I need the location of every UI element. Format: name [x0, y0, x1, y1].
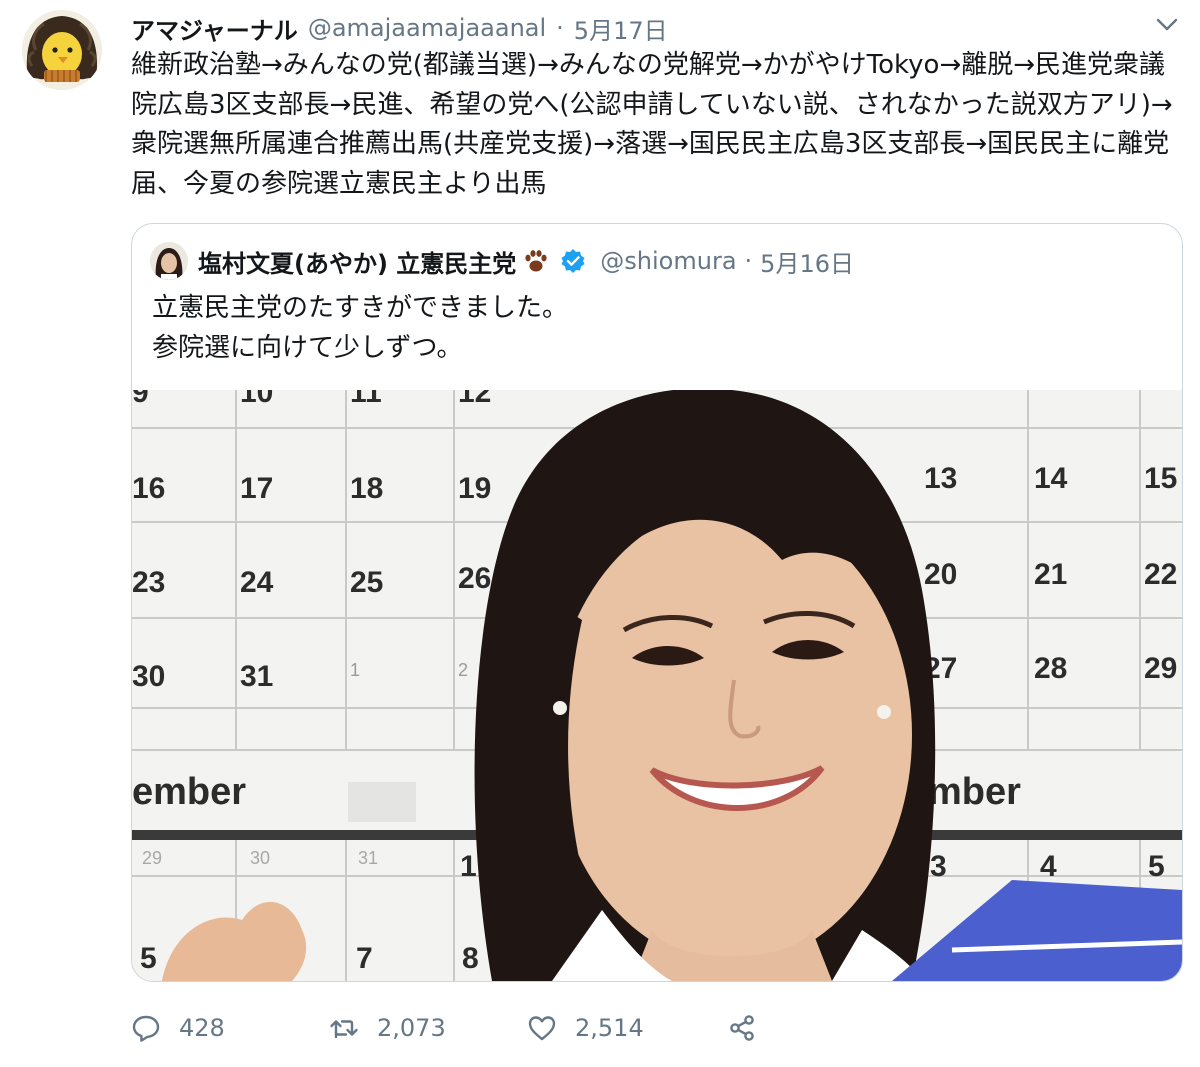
like-count: 2,514 [575, 1014, 644, 1042]
share-button[interactable] [727, 1006, 757, 1050]
calendar-day: 3 [930, 850, 947, 883]
header-separator: · [556, 14, 564, 42]
tweet-header: アマジャーナル @amajaamajaaanal · 5月17日 [131, 8, 1140, 48]
tweet-text: 維新政治塾→みんなの党(都議当選)→みんなの党解党→かがやけTokyo→離脱→民… [131, 50, 1173, 199]
calendar-day: 29 [1144, 652, 1177, 685]
quoted-photo[interactable]: 9 10 11 12 16 17 18 19 13 14 15 23 24 25… [132, 390, 1182, 981]
chevron-down-icon[interactable] [1156, 18, 1178, 32]
tweet-action-bar: 428 2,073 2,514 [131, 1006, 831, 1050]
reply-button[interactable]: 428 [131, 1006, 225, 1050]
quoted-header: 塩村文夏(あやか) 立憲民主党 @shiomura · 5月16日 [198, 238, 854, 284]
calendar-day: 11 [350, 390, 382, 409]
calendar-day: 30 [132, 660, 165, 693]
calendar-day: 29 [142, 848, 162, 868]
verified-badge-icon [561, 249, 585, 273]
calendar-day: 23 [132, 566, 165, 599]
calendar-day: 18 [350, 472, 383, 505]
calendar-day: 1 [350, 660, 360, 680]
calendar-month-right: mber [928, 771, 1021, 813]
reply-icon [132, 1015, 160, 1042]
calendar-day: 13 [924, 462, 957, 495]
quoted-author-avatar[interactable] [150, 242, 188, 280]
quoted-tweet-card[interactable]: 塩村文夏(あやか) 立憲民主党 @shiomura · 5月16日 立憲民主党の… [131, 223, 1183, 982]
calendar-day: 9 [132, 390, 149, 409]
calendar-day: 26 [458, 562, 491, 595]
calendar-day: 5 [140, 942, 157, 975]
calendar-day: 14 [1034, 462, 1068, 495]
share-icon [730, 1015, 754, 1041]
calendar-day: 22 [1144, 558, 1177, 591]
like-button[interactable]: 2,514 [527, 1006, 644, 1050]
retweet-icon [330, 1020, 358, 1039]
calendar-day: 8 [462, 942, 479, 975]
heart-icon [528, 1016, 556, 1041]
calendar-day: 24 [240, 566, 274, 599]
calendar-day: 5 [1148, 850, 1165, 883]
calendar-day: 20 [924, 558, 957, 591]
calendar-day: 28 [1034, 652, 1067, 685]
quoted-date[interactable]: 5月16日 [760, 244, 854, 279]
calendar-day: 15 [1144, 462, 1177, 495]
author-avatar[interactable] [22, 10, 102, 90]
calendar-day: 12 [458, 390, 491, 409]
reply-count: 428 [179, 1014, 225, 1042]
calendar-day: 7 [356, 942, 373, 975]
calendar-month-left: ember [132, 771, 246, 813]
calendar-day: 16 [132, 472, 165, 505]
quoted-text: 立憲民主党のたすきができました。 参院選に向けて少しずつ。 [152, 288, 568, 368]
quoted-text-line-1: 立憲民主党のたすきができました。 [152, 293, 569, 323]
calendar-day: 2 [458, 660, 468, 680]
paw-print-icon [525, 250, 547, 272]
calendar-day: 4 [1040, 850, 1057, 883]
retweet-count: 2,073 [377, 1014, 446, 1042]
calendar-day: 31 [240, 660, 273, 693]
calendar-day: 25 [350, 566, 383, 599]
quoted-text-line-2: 参院選に向けて少しずつ。 [152, 333, 463, 363]
author-handle[interactable]: @amajaamajaaanal [308, 14, 546, 42]
calendar-day: 17 [240, 472, 273, 505]
calendar-day: 21 [1034, 558, 1067, 591]
retweet-button[interactable]: 2,073 [329, 1006, 446, 1050]
quoted-display-name[interactable]: 塩村文夏(あやか) 立憲民主党 [198, 244, 516, 279]
calendar-day: 30 [250, 848, 270, 868]
author-display-name[interactable]: アマジャーナル [131, 11, 298, 46]
tweet-date[interactable]: 5月17日 [574, 11, 668, 46]
quoted-separator: · [744, 247, 753, 275]
quoted-handle[interactable]: @shiomura [600, 247, 736, 275]
calendar-day: 31 [358, 848, 378, 868]
calendar-day: 1 [460, 850, 477, 883]
calendar-day: 10 [240, 390, 273, 409]
calendar-day: 19 [458, 472, 491, 505]
